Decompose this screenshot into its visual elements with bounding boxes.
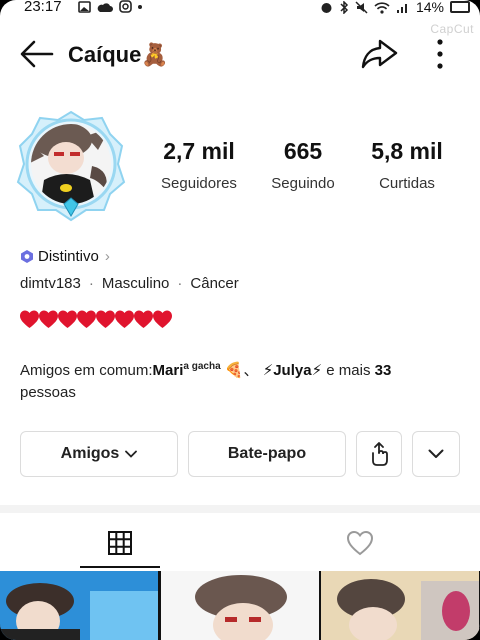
arrow-left-icon <box>20 40 54 68</box>
video-thumbnail[interactable] <box>160 571 320 640</box>
share-arrow-icon <box>361 39 398 69</box>
active-tab-indicator <box>80 566 160 568</box>
zodiac-text: Câncer <box>190 275 239 292</box>
gallery-icon <box>78 0 91 13</box>
bluetooth-icon <box>340 0 349 14</box>
mute-icon <box>355 0 368 14</box>
likes-stat[interactable]: 5,8 mil Curtidas <box>364 138 450 192</box>
status-time: 23:17 <box>24 0 62 15</box>
followers-count: 2,7 mil <box>163 138 235 164</box>
vertical-dots-icon <box>437 39 443 69</box>
pizza-emoji: 🍕 <box>224 362 244 379</box>
mutual-friends-suffix: pessoas <box>20 384 76 401</box>
mutual-friends[interactable]: Amigos em comum:Maria gacha 🍕、 ⚡Julya⚡ e… <box>20 356 460 404</box>
following-label: Seguindo <box>271 175 335 192</box>
badge-hexagon-icon <box>21 250 33 263</box>
chat-button[interactable]: Bate-papo <box>188 431 346 477</box>
friends-button[interactable]: Amigos <box>20 431 178 477</box>
tab-videos[interactable] <box>0 516 240 570</box>
likes-count: 5,8 mil <box>371 138 443 164</box>
video-thumbnail[interactable] <box>321 571 480 640</box>
system-icons: 14% <box>320 0 470 15</box>
chevron-down-icon <box>125 450 138 458</box>
following-count: 665 <box>283 138 323 164</box>
grid-icon <box>108 531 132 555</box>
battery-percentage: 14% <box>415 0 444 15</box>
mutual-friends-prefix: Amigos em comum: <box>20 362 153 379</box>
share-profile-button[interactable] <box>356 431 402 477</box>
friends-button-label: Amigos <box>60 445 120 462</box>
info-separator: · <box>88 275 94 292</box>
mutual-friend-2: ⚡Julya⚡ <box>262 362 323 379</box>
mutual-friends-count: 33 <box>374 362 392 379</box>
thumbnail-image <box>0 571 158 640</box>
chevron-right-icon: › <box>104 248 110 265</box>
tab-liked[interactable] <box>240 516 480 570</box>
more-notifications-dot <box>138 4 142 9</box>
section-divider <box>0 505 480 513</box>
badge-label: Distintivo <box>38 248 99 265</box>
back-button[interactable] <box>18 38 54 70</box>
avatar-image <box>16 110 126 222</box>
hearts-row-icon <box>20 310 172 328</box>
thumbnail-image <box>160 571 320 640</box>
instagram-icon <box>119 0 132 13</box>
mutual-friends-separator: 、 <box>243 362 259 379</box>
share-button[interactable] <box>360 38 400 70</box>
alarm-icon <box>321 2 332 13</box>
notification-icons <box>78 0 142 13</box>
mutual-friend-1: Mari <box>152 362 184 379</box>
profile-screen: 23:17 14% CapCut Caíque🧸 2,7 mil Seguido… <box>0 0 480 640</box>
more-options-button[interactable] <box>428 36 452 72</box>
wifi-icon <box>374 1 390 14</box>
chat-button-label: Bate-papo <box>227 445 307 462</box>
chevron-down-icon <box>428 449 444 458</box>
heart-outline-icon <box>346 530 374 556</box>
gender-text: Masculino <box>101 275 170 292</box>
share-tap-icon <box>372 442 388 466</box>
battery-icon <box>450 1 470 13</box>
likes-label: Curtidas <box>379 175 435 192</box>
status-bar: 23:17 14% <box>0 0 480 18</box>
mutual-friends-more-text: e mais <box>322 362 375 379</box>
cloud-icon <box>97 2 113 12</box>
profile-avatar[interactable] <box>14 106 128 226</box>
thumbnail-image <box>321 571 480 640</box>
mutual-friend-1-suffix: a gacha <box>183 361 221 372</box>
followers-label: Seguidores <box>161 175 237 192</box>
username-text: dimtv183 <box>20 275 81 292</box>
video-grid <box>0 571 480 640</box>
profile-header: Caíque🧸 <box>0 30 480 78</box>
bio-hearts: ❤️❤️❤️❤️❤️❤️❤️❤️ <box>20 310 176 330</box>
expand-suggestions-button[interactable] <box>412 431 460 477</box>
signal-icon <box>396 3 407 13</box>
profile-title: Caíque🧸 <box>68 42 169 67</box>
followers-stat[interactable]: 2,7 mil Seguidores <box>150 138 248 192</box>
badge-link[interactable]: Distintivo › <box>20 248 110 265</box>
info-separator: · <box>177 275 183 292</box>
video-thumbnail[interactable] <box>0 571 159 640</box>
profile-info: dimtv183 · Masculino · Câncer <box>20 275 239 292</box>
following-stat[interactable]: 665 Seguindo <box>262 138 344 192</box>
